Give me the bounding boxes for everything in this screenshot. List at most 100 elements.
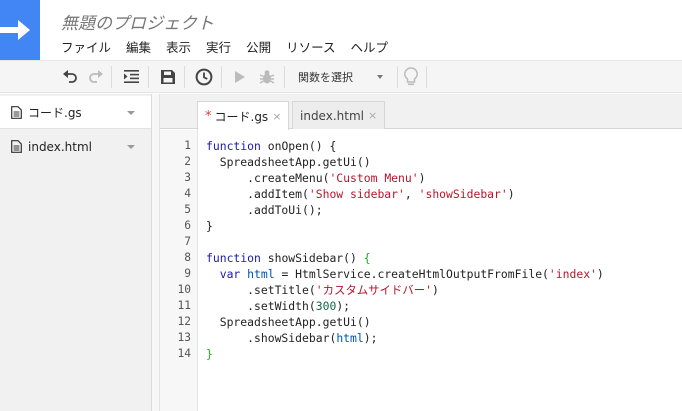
code-token: 300 — [315, 299, 337, 313]
toolbar-separator — [397, 66, 398, 88]
menu-help[interactable]: ヘルプ — [350, 37, 388, 56]
code-token: .addItem( — [206, 187, 309, 201]
chevron-down-icon — [377, 75, 383, 79]
code-editor[interactable]: function onOpen() { SpreadsheetApp.getUi… — [198, 130, 682, 411]
line-number-gutter: 1 2 3 4 5 6 7 8 9 10 11 12 13 14 — [160, 130, 198, 411]
code-token: ); — [363, 331, 378, 345]
code-token: ) — [431, 283, 439, 297]
code-line: .setTitle('カスタムサイドバー') — [206, 282, 604, 298]
lightbulb-icon — [404, 66, 418, 85]
file-list: コード.gs index.html — [0, 94, 152, 411]
toolbar-separator — [111, 66, 112, 88]
line-number: 7 — [184, 235, 191, 248]
file-icon — [11, 140, 22, 153]
code-line: .addToUi(); — [206, 202, 604, 218]
code-line: .showSidebar(html); — [206, 330, 604, 346]
code-token: ) — [418, 171, 426, 185]
chevron-down-icon[interactable] — [127, 145, 135, 149]
project-title[interactable]: 無題のプロジェクト — [61, 9, 214, 34]
code-token: function — [206, 251, 261, 265]
code-line: var html = HtmlService.createHtmlOutputF… — [206, 266, 604, 282]
function-select[interactable]: 関数を選択 — [288, 61, 393, 92]
code-token: } — [206, 347, 213, 361]
apps-script-logo[interactable] — [0, 0, 40, 60]
undo-button[interactable] — [59, 61, 81, 92]
arrow-right-icon — [0, 20, 30, 40]
close-icon[interactable]: × — [368, 109, 377, 122]
indent-button[interactable] — [120, 61, 142, 92]
menu-edit[interactable]: 編集 — [126, 37, 151, 56]
line-number: 5 — [184, 203, 191, 216]
code-token: = HtmlService.createHtmlOutputFromFile( — [274, 267, 549, 281]
file-item-label: index.html — [28, 139, 92, 154]
line-number: 2 — [184, 155, 191, 168]
code-token: 'index' — [548, 267, 597, 281]
code-token: .setTitle( — [206, 283, 316, 297]
toolbar: 関数を選択 — [0, 60, 682, 93]
toolbar-separator — [148, 66, 149, 88]
code-token: html — [247, 267, 275, 281]
redo-button[interactable] — [85, 61, 107, 92]
menu-run[interactable]: 実行 — [206, 37, 231, 56]
close-icon[interactable]: × — [272, 110, 281, 123]
code-token: ) — [507, 187, 515, 201]
debug-button[interactable] — [256, 61, 278, 92]
code-token: .addToUi(); — [206, 203, 323, 217]
menu-view[interactable]: 表示 — [166, 37, 191, 56]
line-number: 6 — [184, 219, 191, 232]
code-token: 'showSidebar' — [418, 187, 508, 201]
toolbar-separator — [284, 66, 285, 88]
code-line: .createMenu('Custom Menu') — [206, 170, 604, 186]
tab-index-html[interactable]: index.html × — [292, 101, 386, 129]
chevron-down-icon[interactable] — [127, 111, 135, 115]
code-token: 'カスタムサイドバー' — [315, 283, 432, 297]
file-item-label: コード.gs — [28, 105, 82, 120]
code-token: ) — [596, 267, 604, 281]
line-number: 10 — [177, 283, 191, 296]
code-token: 'Show sidebar' — [308, 187, 405, 201]
tab-code-gs[interactable]: * コード.gs × — [197, 101, 290, 130]
menu-file[interactable]: ファイル — [61, 37, 111, 56]
code-token: , — [404, 187, 419, 201]
code-line: function showSidebar() { — [206, 250, 604, 266]
code-line: .addItem('Show sidebar', 'showSidebar') — [206, 186, 604, 202]
code-token: onOpen() { — [260, 139, 337, 153]
run-button[interactable] — [229, 61, 251, 92]
file-item-code-gs[interactable]: コード.gs — [0, 96, 151, 129]
triggers-button[interactable] — [192, 61, 216, 92]
menu-publish[interactable]: 公開 — [246, 37, 271, 56]
code-token: } — [206, 219, 213, 233]
line-number: 9 — [184, 267, 191, 280]
tab-label: コード.gs — [214, 109, 269, 124]
undo-icon — [63, 69, 77, 83]
code-line: } — [206, 218, 604, 234]
editor-tabs: * コード.gs × index.html × — [160, 94, 682, 130]
code-token: function — [206, 139, 261, 153]
line-number: 4 — [184, 187, 191, 200]
toolbar-separator — [221, 66, 222, 88]
code-token: .createMenu( — [206, 171, 330, 185]
indent-icon — [123, 70, 139, 83]
menu-resources[interactable]: リソース — [286, 37, 335, 56]
panel-splitter[interactable] — [152, 94, 160, 411]
toolbar-separator — [184, 66, 185, 88]
debug-bug-icon — [259, 69, 275, 84]
line-number: 12 — [177, 315, 191, 328]
line-number: 13 — [177, 331, 191, 344]
redo-icon — [89, 69, 103, 83]
code-line: function onOpen() { — [206, 138, 604, 154]
save-icon — [161, 69, 175, 84]
code-token: SpreadsheetApp.getUi() — [206, 155, 371, 169]
code-token: html — [336, 331, 364, 345]
code-line: SpreadsheetApp.getUi() — [206, 314, 604, 330]
code-token: .showSidebar( — [206, 331, 337, 345]
code-token: SpreadsheetApp.getUi() — [206, 315, 371, 329]
save-button[interactable] — [157, 61, 179, 92]
code-token: var — [206, 267, 241, 281]
execution-hints-button[interactable] — [400, 61, 422, 92]
function-select-label: 関数を選択 — [298, 70, 353, 84]
file-item-index-html[interactable]: index.html — [0, 130, 151, 163]
line-number: 11 — [177, 299, 191, 312]
run-icon — [235, 70, 245, 83]
